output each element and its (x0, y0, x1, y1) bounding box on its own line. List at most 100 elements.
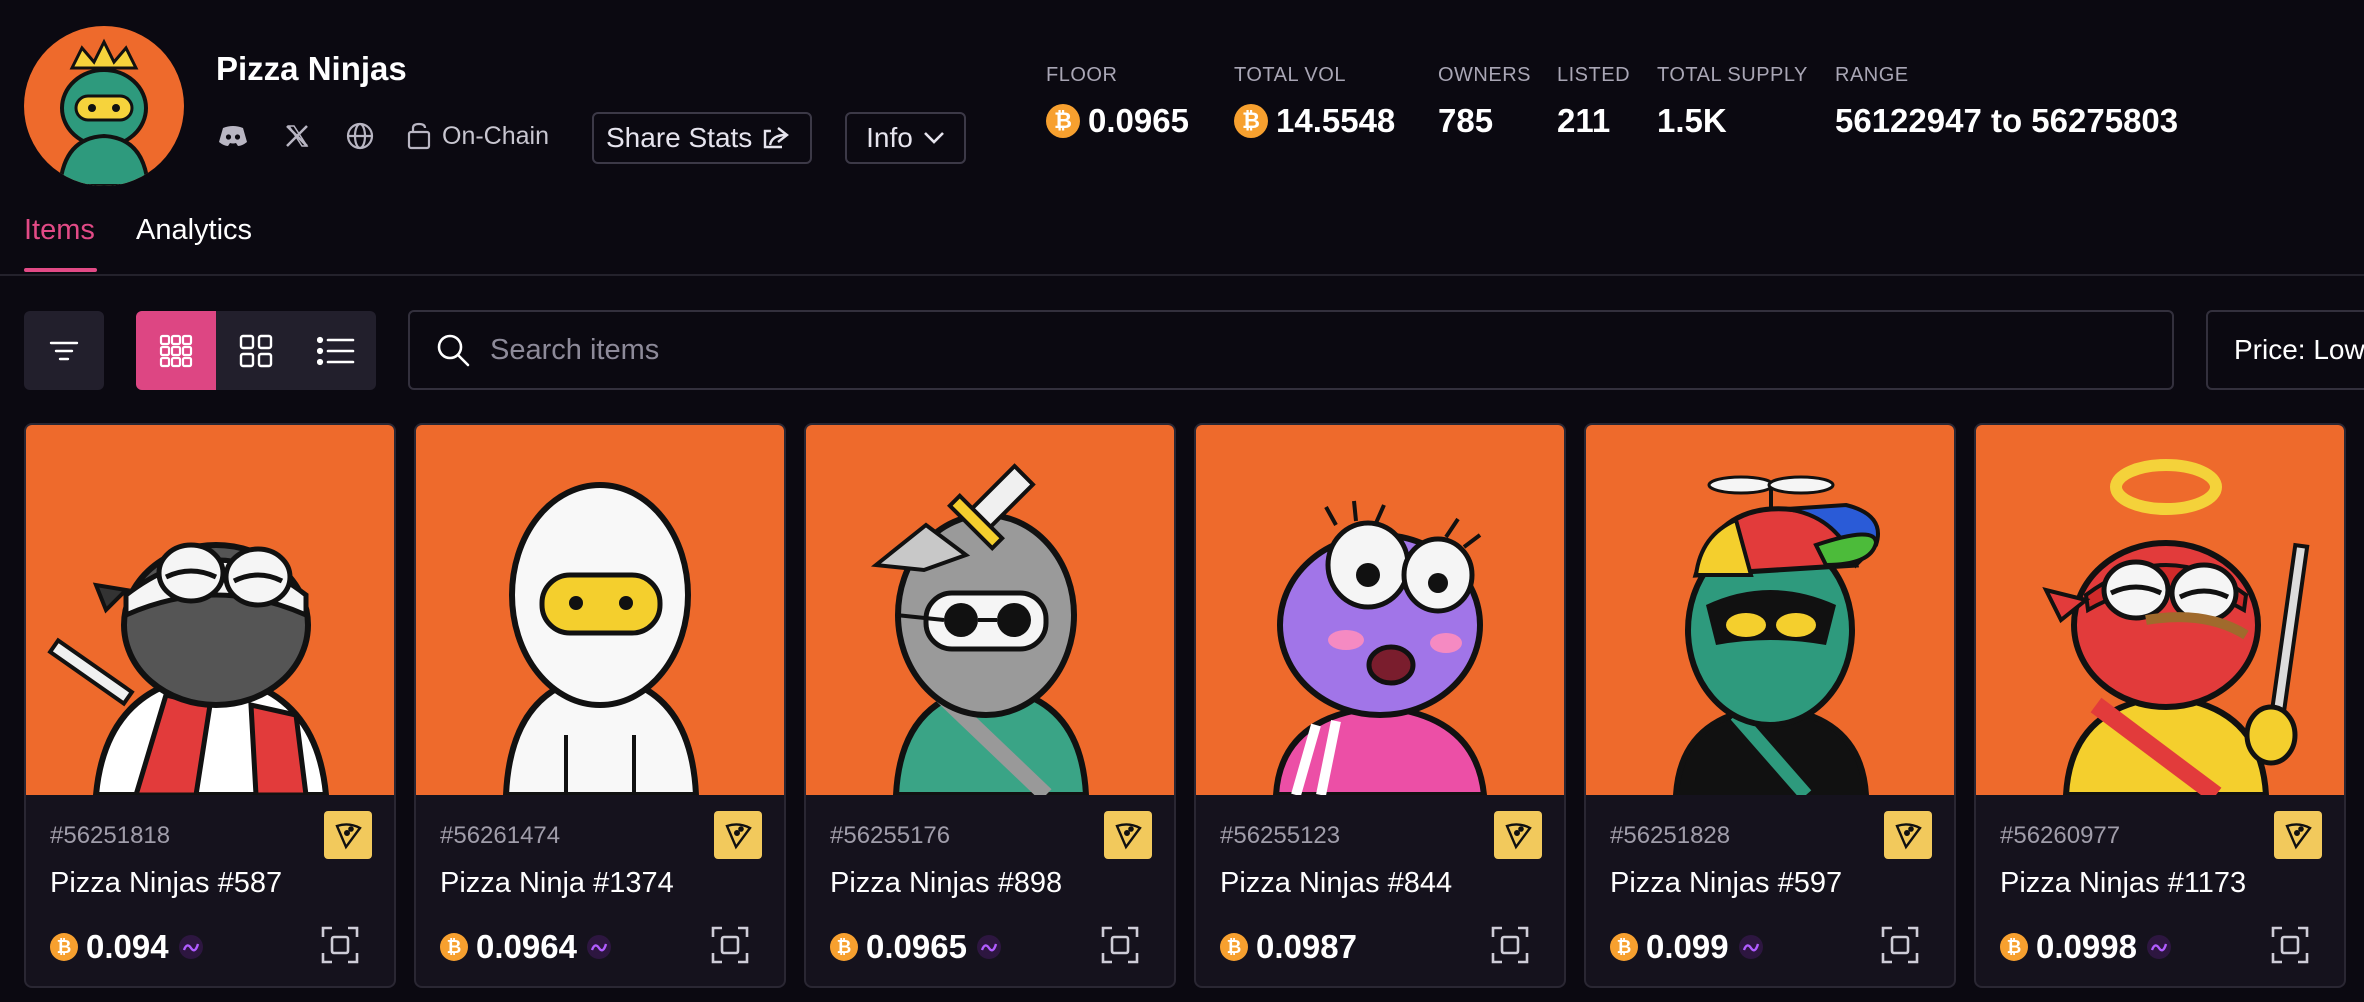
info-dropdown[interactable]: Info (845, 112, 966, 164)
item-price-row: ₿ 0.0998 (2000, 928, 2173, 966)
globe-icon[interactable] (341, 116, 379, 156)
item-price: 0.099 (1646, 928, 1729, 965)
stat-total-supply-label: TOTAL SUPPLY (1657, 64, 1808, 86)
x-icon[interactable] (278, 116, 316, 156)
stat-total-vol-label: TOTAL VOL (1234, 64, 1346, 86)
pizza-badge-icon[interactable] (324, 811, 372, 859)
item-price-row: ₿ 0.0964 (440, 928, 613, 966)
large-grid-icon (239, 334, 273, 367)
item-price: 0.0964 (476, 928, 577, 965)
bitcoin-icon: ₿ (1234, 104, 1268, 138)
pizza-badge-icon[interactable] (1494, 811, 1542, 859)
collection-title: Pizza Ninjas (216, 50, 407, 87)
stat-listed: LISTED 211 (1557, 64, 1630, 140)
info-label: Info (866, 122, 913, 153)
tab-analytics[interactable]: Analytics (136, 214, 252, 247)
stat-floor: FLOOR ₿ 0.0965 (1046, 64, 1189, 140)
item-card[interactable]: #56255123 Pizza Ninjas #844 ₿ 0.0987 (1194, 423, 1566, 988)
nft-image (806, 425, 1174, 795)
item-name: Pizza Ninja #1374 (440, 867, 674, 899)
item-card[interactable]: #56261474 Pizza Ninja #1374 ₿ 0.0964 (414, 423, 786, 988)
inscription-number: #56260977 (2000, 822, 2121, 849)
scan-icon[interactable] (1100, 925, 1140, 965)
list-icon (317, 336, 355, 365)
tab-items[interactable]: Items (24, 214, 95, 247)
chevron-down-icon (923, 132, 944, 144)
bitcoin-icon: ₿ (1610, 933, 1638, 961)
scan-icon[interactable] (1880, 925, 1920, 965)
magic-eden-icon (2146, 935, 2171, 959)
small-grid-view-button[interactable] (136, 311, 216, 390)
stat-range-label: RANGE (1835, 64, 1909, 86)
scan-icon[interactable] (2270, 925, 2310, 965)
scan-icon[interactable] (710, 925, 750, 965)
onchain-icon (407, 122, 431, 150)
stat-owners: OWNERS 785 (1438, 64, 1531, 140)
item-price: 0.0987 (1256, 928, 1357, 965)
onchain-link[interactable]: On-Chain (406, 116, 549, 156)
stat-total-vol-value: 14.5548 (1276, 102, 1396, 139)
item-card[interactable]: #56260977 Pizza Ninjas #1173 ₿ 0.0998 (1974, 423, 2346, 988)
stat-owners-value: 785 (1438, 102, 1494, 139)
inscription-number: #56255176 (830, 822, 951, 849)
magic-eden-icon (1738, 935, 1763, 959)
nft-image (1586, 425, 1954, 795)
large-grid-view-button[interactable] (216, 311, 296, 390)
search-input[interactable] (490, 333, 2090, 367)
pizza-badge-icon[interactable] (2274, 811, 2322, 859)
pizza-badge-icon[interactable] (714, 811, 762, 859)
nft-image (1196, 425, 1564, 795)
item-card[interactable]: #56251828 Pizza Ninjas #597 ₿ 0.099 (1584, 423, 1956, 988)
inscription-number: #56261474 (440, 822, 561, 849)
stat-listed-value: 211 (1557, 102, 1611, 139)
bitcoin-icon: ₿ (830, 933, 858, 961)
pizza-badge-icon[interactable] (1884, 811, 1932, 859)
items-grid: #56251818 Pizza Ninjas #587 ₿ 0.094 #562… (24, 423, 2364, 1002)
item-price-row: ₿ 0.094 (50, 928, 205, 966)
stat-floor-value: 0.0965 (1088, 102, 1189, 139)
filter-icon (49, 341, 79, 360)
bitcoin-icon: ₿ (1220, 933, 1248, 961)
stat-total-supply: TOTAL SUPPLY 1.5K (1657, 64, 1808, 140)
bitcoin-icon: ₿ (1046, 104, 1080, 138)
stat-range: RANGE 56122947 to 56275803 (1835, 64, 2178, 140)
stat-owners-label: OWNERS (1438, 64, 1531, 86)
item-name: Pizza Ninjas #597 (1610, 867, 1843, 899)
filter-button[interactable] (24, 311, 104, 390)
nft-image (416, 425, 784, 795)
stat-listed-label: LISTED (1557, 64, 1631, 86)
search-box (408, 310, 2174, 390)
bitcoin-icon: ₿ (440, 933, 468, 961)
discord-icon[interactable] (214, 116, 252, 156)
inscription-number: #56251818 (50, 822, 171, 849)
share-stats-label: Share Stats (606, 122, 753, 153)
inscription-number: #56255123 (1220, 822, 1341, 849)
search-icon (437, 334, 470, 367)
inscription-number: #56251828 (1610, 822, 1731, 849)
item-price: 0.0998 (2036, 928, 2137, 965)
item-card[interactable]: #56251818 Pizza Ninjas #587 ₿ 0.094 (24, 423, 396, 988)
magic-eden-icon (976, 935, 1001, 959)
scan-icon[interactable] (320, 925, 360, 965)
view-toggle (136, 311, 376, 390)
bitcoin-icon: ₿ (50, 933, 78, 961)
share-stats-button[interactable]: Share Stats (592, 112, 812, 164)
item-price: 0.094 (86, 928, 169, 965)
item-name: Pizza Ninjas #1173 (2000, 867, 2247, 899)
share-icon (764, 127, 790, 149)
item-price-row: ₿ 0.099 (1610, 928, 1765, 966)
active-tab-indicator (24, 268, 97, 272)
item-price-row: ₿ 0.0987 (1220, 928, 1357, 966)
scan-icon[interactable] (1490, 925, 1530, 965)
magic-eden-icon (178, 935, 203, 959)
stat-total-vol: TOTAL VOL ₿ 14.5548 (1234, 64, 1395, 140)
pizza-badge-icon[interactable] (1104, 811, 1152, 859)
item-price: 0.0965 (866, 928, 967, 965)
stat-floor-label: FLOOR (1046, 64, 1118, 86)
item-name: Pizza Ninjas #844 (1220, 867, 1453, 899)
stat-range-value: 56122947 to 56275803 (1835, 102, 2179, 139)
sort-select[interactable]: Price: Low (2206, 310, 2364, 390)
item-card[interactable]: #56255176 Pizza Ninjas #898 ₿ 0.0965 (804, 423, 1176, 988)
collection-avatar (24, 26, 184, 186)
list-view-button[interactable] (296, 311, 376, 390)
